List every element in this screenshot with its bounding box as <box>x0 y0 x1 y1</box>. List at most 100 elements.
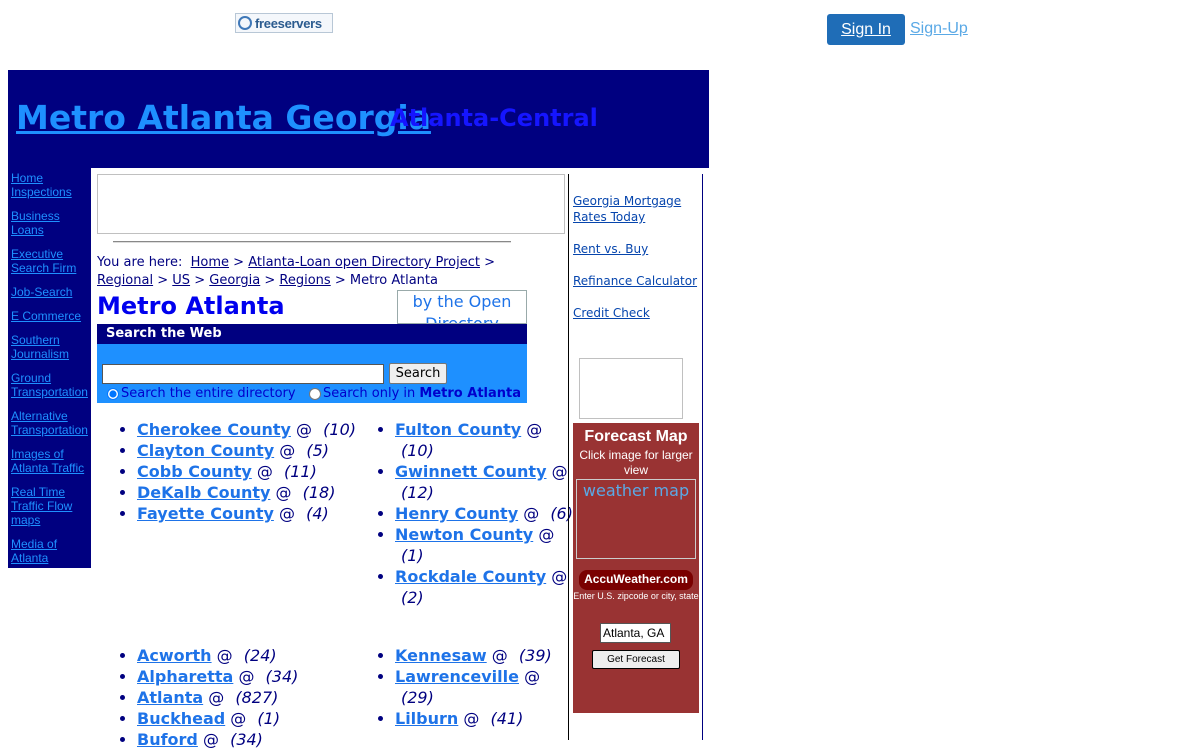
sidebar-link-executive-search[interactable]: Executive Search Firm <box>11 247 91 275</box>
breadcrumb-separator: > <box>484 255 496 270</box>
link-credit-check[interactable]: Credit Check <box>573 306 650 320</box>
column-divider <box>568 174 569 740</box>
at-sign: @ <box>296 420 313 439</box>
divider <box>113 241 511 243</box>
breadcrumb-regions[interactable]: Regions <box>279 273 330 288</box>
list-item: Cherokee County @ (10) <box>137 419 392 440</box>
sidebar-link-e-commerce[interactable]: E Commerce <box>11 309 91 323</box>
city-link[interactable]: Lawrenceville <box>395 667 519 686</box>
county-list-left: Cherokee County @ (10)Clayton County @ (… <box>97 419 392 524</box>
county-link[interactable]: Cherokee County <box>137 420 291 439</box>
radio-search-all-input[interactable] <box>107 387 119 400</box>
breadcrumb: You are here: Home > Atlanta-Loan open D… <box>97 254 527 290</box>
item-count: (34) <box>265 667 299 686</box>
city-list-left: Acworth @ (24)Alpharetta @ (34)Atlanta @… <box>97 645 392 750</box>
item-count: (11) <box>284 462 317 481</box>
weather-location-input[interactable] <box>600 623 671 643</box>
link-mortgage-rates[interactable]: Georgia Mortgage Rates Today <box>573 194 681 224</box>
list-item: Alpharetta @ (34) <box>137 666 392 687</box>
breadcrumb-regional[interactable]: Regional <box>97 273 153 288</box>
sign-in-button[interactable]: Sign In <box>827 14 905 45</box>
link-rent-vs-buy[interactable]: Rent vs. Buy <box>573 242 648 256</box>
at-sign: @ <box>526 420 543 439</box>
radio-search-only-input[interactable] <box>309 387 321 400</box>
county-link[interactable]: Fulton County <box>395 420 521 439</box>
freeservers-logo[interactable]: freeservers <box>235 13 333 33</box>
sidebar-link-job-search[interactable]: Job-Search <box>11 285 91 299</box>
breadcrumb-separator: > <box>157 273 169 288</box>
radio-search-all[interactable]: Search the entire directory <box>107 386 296 401</box>
item-count: (29) <box>401 688 434 707</box>
county-link[interactable]: Newton County <box>395 525 533 544</box>
item-count: (39) <box>518 646 552 665</box>
right-ad-image[interactable] <box>579 358 683 419</box>
radio-search-all-label: Search the entire directory <box>121 386 296 401</box>
item-count: (5) <box>306 441 330 460</box>
at-sign: @ <box>491 646 508 665</box>
at-sign: @ <box>279 441 296 460</box>
search-button[interactable]: Search <box>389 363 447 384</box>
weather-map-image[interactable]: weather map <box>576 479 696 559</box>
get-forecast-button[interactable]: Get Forecast <box>592 650 680 669</box>
sidebar-link-traffic-maps[interactable]: Real Time Traffic Flow maps <box>11 485 91 527</box>
list-item: Fulton County @ (10) <box>395 419 580 461</box>
odp-badge-image[interactable]: by the Open Directory <box>397 290 527 324</box>
radio-search-only[interactable]: Search only in Metro Atlanta <box>309 386 521 401</box>
list-item: Henry County @ (6) <box>395 503 580 524</box>
city-link[interactable]: Alpharetta <box>137 667 233 686</box>
list-item: Kennesaw @ (39) <box>395 645 580 666</box>
breadcrumb-us[interactable]: US <box>172 273 190 288</box>
county-link[interactable]: Fayette County <box>137 504 274 523</box>
county-link[interactable]: Henry County <box>395 504 518 523</box>
weather-title: Forecast Map <box>584 428 688 445</box>
site-subtitle: Atlanta-Central <box>390 104 598 132</box>
search-panel-header: Search the Web <box>97 324 527 344</box>
sidebar-link-images-traffic[interactable]: Images of Atlanta Traffic <box>11 447 91 475</box>
item-count: (10) <box>401 441 434 460</box>
sidebar-link-home-inspections[interactable]: Home Inspections <box>11 171 91 199</box>
sidebar-link-alternative-transportation[interactable]: Alternative Transportation <box>11 409 91 437</box>
city-list-right: Kennesaw @ (39)Lawrenceville @ (29)Lilbu… <box>355 645 580 729</box>
at-sign: @ <box>538 525 555 544</box>
at-sign: @ <box>278 504 295 523</box>
site-title-link[interactable]: Metro Atlanta Georgia <box>16 98 431 137</box>
search-input[interactable] <box>102 364 384 384</box>
list-item: Clayton County @ (5) <box>137 440 392 461</box>
list-item: Lilburn @ (41) <box>395 708 580 729</box>
county-link[interactable]: Clayton County <box>137 441 274 460</box>
breadcrumb-project[interactable]: Atlanta-Loan open Directory Project <box>248 255 480 270</box>
sidebar-link-ground-transportation[interactable]: Ground Transportation <box>11 371 91 399</box>
county-link[interactable]: DeKalb County <box>137 483 270 502</box>
item-count: (1) <box>401 546 424 565</box>
at-sign: @ <box>463 709 480 728</box>
list-item: Rockdale County @ (2) <box>395 566 580 608</box>
breadcrumb-georgia[interactable]: Georgia <box>209 273 260 288</box>
county-link[interactable]: Rockdale County <box>395 567 546 586</box>
city-link[interactable]: Kennesaw <box>395 646 487 665</box>
county-link[interactable]: Gwinnett County <box>395 462 547 481</box>
top-ad-image[interactable] <box>97 174 565 234</box>
at-sign: @ <box>230 709 247 728</box>
sidebar-link-business-loans[interactable]: Business Loans <box>11 209 91 237</box>
breadcrumb-home[interactable]: Home <box>191 255 229 270</box>
column-divider <box>702 174 703 740</box>
list-item: Gwinnett County @ (12) <box>395 461 580 503</box>
at-sign: @ <box>551 567 568 586</box>
item-count: (4) <box>306 504 329 523</box>
radio-search-only-label: Search only in <box>323 386 416 401</box>
breadcrumb-separator: > <box>194 273 206 288</box>
link-refinance-calculator[interactable]: Refinance Calculator <box>573 274 697 288</box>
sidebar-link-media[interactable]: Media of Atlanta <box>11 537 91 565</box>
county-link[interactable]: Cobb County <box>137 462 252 481</box>
county-list-right: Fulton County @ (10)Gwinnett County @ (1… <box>355 419 580 608</box>
city-link[interactable]: Acworth <box>137 646 212 665</box>
city-link[interactable]: Lilburn <box>395 709 458 728</box>
list-item: Acworth @ (24) <box>137 645 392 666</box>
accuweather-logo[interactable]: AccuWeather.com <box>579 570 693 590</box>
city-link[interactable]: Buckhead <box>137 709 225 728</box>
list-item: Buckhead @ (1) <box>137 708 392 729</box>
freeservers-logo-icon <box>238 16 252 30</box>
city-link[interactable]: Atlanta <box>137 688 203 707</box>
sign-up-link[interactable]: Sign-Up <box>910 20 968 38</box>
sidebar-link-southern-journalism[interactable]: Southern Journalism <box>11 333 91 361</box>
